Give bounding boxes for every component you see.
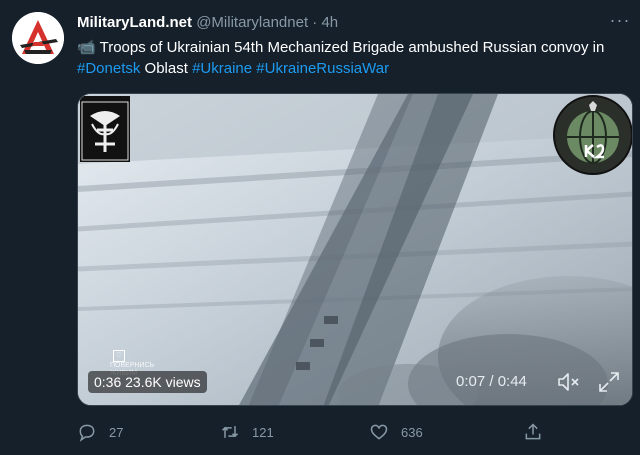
video-player[interactable]: ♡ ПОВЕРНИСЬ ЖИВИМ 0:36 23.6K views 0:07 … xyxy=(77,93,633,406)
like-button[interactable]: 636 xyxy=(369,420,423,444)
avatar[interactable] xyxy=(12,12,64,64)
militaryland-logo-icon xyxy=(12,12,64,64)
tweet-header: MilitaryLand.net @Militarylandnet · 4h xyxy=(77,12,338,34)
retweet-icon xyxy=(221,426,239,438)
more-options-button[interactable]: ··· xyxy=(608,10,632,34)
unit-badge-left xyxy=(80,96,130,162)
reply-icon xyxy=(79,424,95,442)
like-count: 636 xyxy=(401,424,423,440)
more-horizontal-icon: ··· xyxy=(609,10,631,30)
wolves-emblem-icon xyxy=(80,96,130,162)
reply-button[interactable]: 27 xyxy=(77,420,123,444)
tweet-text: 📹 Troops of Ukrainian 54th Mechanized Br… xyxy=(77,37,617,79)
fullscreen-button[interactable] xyxy=(596,369,622,395)
user-handle[interactable]: @Militarylandnet xyxy=(196,14,308,31)
text-segment: Oblast xyxy=(140,60,193,77)
hashtag-ukrainerussiawar[interactable]: #UkraineRussiaWar xyxy=(256,60,389,77)
share-button[interactable] xyxy=(523,420,555,444)
globe-k2-emblem-icon xyxy=(553,95,632,175)
retweet-button[interactable]: 121 xyxy=(220,420,274,444)
video-frame xyxy=(78,94,632,405)
tweet[interactable]: MilitaryLand.net @Militarylandnet · 4h ·… xyxy=(0,0,640,455)
volume-muted-icon xyxy=(558,373,579,391)
hashtag-ukraine[interactable]: #Ukraine xyxy=(192,60,252,77)
reply-count: 27 xyxy=(109,424,124,440)
fullscreen-icon xyxy=(599,372,619,392)
heart-icon xyxy=(370,424,388,440)
mute-button[interactable] xyxy=(555,369,581,395)
retweet-count: 121 xyxy=(252,424,274,440)
video-camera-emoji: 📹 xyxy=(77,39,96,56)
separator-dot: · xyxy=(312,14,318,31)
text-segment: Troops of Ukrainian 54th Mechanized Brig… xyxy=(99,39,605,56)
heart-watermark-icon: ♡ xyxy=(113,350,125,362)
share-icon xyxy=(525,423,541,440)
tweet-actions: 27 121 636 xyxy=(77,420,617,444)
timestamp[interactable]: 4h xyxy=(321,14,338,31)
hashtag-donetsk[interactable]: #Donetsk xyxy=(77,60,140,77)
playback-time: 0:07 / 0:44 xyxy=(456,373,527,390)
unit-badge-right xyxy=(553,95,632,175)
display-name[interactable]: MilitaryLand.net xyxy=(77,14,192,31)
duration-views-pill: 0:36 23.6K views xyxy=(88,371,207,393)
